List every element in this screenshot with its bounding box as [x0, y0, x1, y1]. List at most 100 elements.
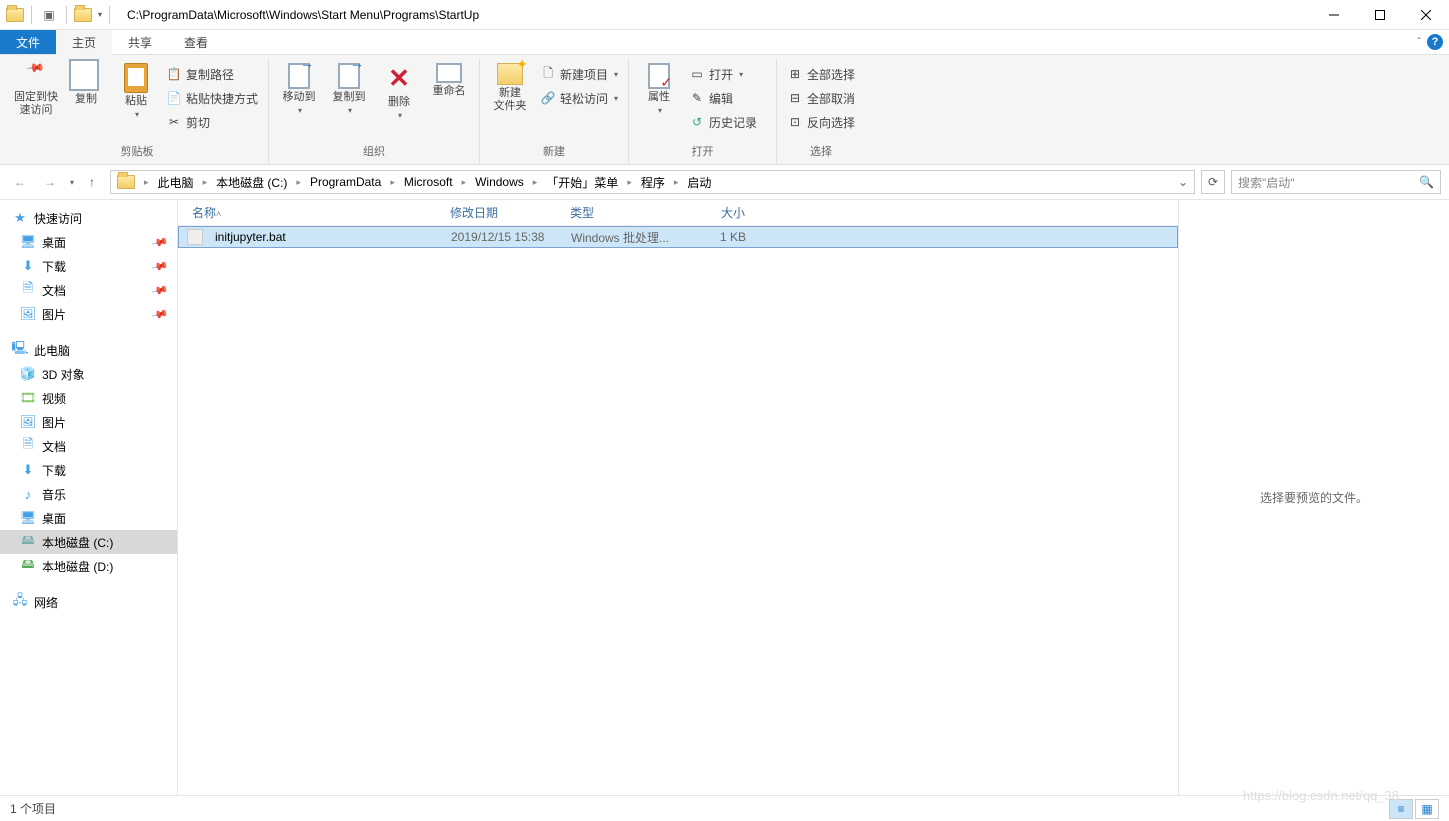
close-button[interactable] — [1403, 0, 1449, 30]
collapse-ribbon-icon[interactable]: ˆ — [1418, 37, 1421, 48]
qat-properties-icon[interactable]: ▣ — [39, 5, 59, 25]
tab-home[interactable]: 主页 — [56, 30, 112, 54]
easy-access-button[interactable]: 🔗轻松访问▾ — [536, 87, 622, 109]
crumb-microsoft[interactable]: Microsoft — [400, 171, 457, 193]
invert-selection-button[interactable]: ⊡反向选择 — [783, 111, 859, 133]
crumb-startup[interactable]: 启动 — [683, 171, 715, 193]
group-label-select: 选择 — [810, 140, 832, 164]
ribbon-group-clipboard: 📌 固定到快 速访问 复制 粘贴 ▾ 📋复制路径 📄粘贴快捷方式 ✂剪切 剪贴板 — [6, 59, 269, 164]
tab-file[interactable]: 文件 — [0, 30, 56, 54]
paste-button[interactable]: 粘贴 ▾ — [112, 59, 160, 119]
paste-shortcut-button[interactable]: 📄粘贴快捷方式 — [162, 87, 262, 109]
rename-icon — [436, 63, 462, 83]
sidebar-music[interactable]: ♪音乐 — [0, 482, 177, 506]
new-item-button[interactable]: 🗋新建项目▾ — [536, 63, 622, 85]
help-icon[interactable]: ? — [1427, 34, 1443, 50]
sidebar-pictures2[interactable]: 🖼图片 — [0, 410, 177, 434]
tab-view[interactable]: 查看 — [168, 30, 224, 54]
address-dropdown-icon[interactable]: ⌄ — [1178, 175, 1188, 189]
nav-up-button[interactable]: ↑ — [80, 170, 104, 194]
bat-file-icon — [187, 229, 203, 245]
col-date[interactable]: 修改日期 — [444, 204, 564, 221]
open-button[interactable]: ▭打开▾ — [685, 63, 770, 85]
address-bar[interactable]: ▸ 此电脑▸ 本地磁盘 (C:)▸ ProgramData▸ Microsoft… — [110, 170, 1195, 194]
maximize-button[interactable] — [1357, 0, 1403, 30]
copy-button[interactable]: 复制 — [62, 59, 110, 106]
pc-icon: 🖳 — [12, 342, 28, 358]
drive-icon: 🖴 — [20, 534, 36, 550]
chevron-right-icon[interactable]: ▸ — [141, 177, 152, 188]
download-icon: ⬇ — [20, 258, 36, 274]
move-to-button[interactable]: 移动到▾ — [275, 59, 323, 115]
nav-forward-button[interactable]: → — [38, 170, 62, 194]
ribbon-group-open: 属性▾ ▭打开▾ ✎编辑 ↺历史记录 打开 — [629, 59, 777, 164]
col-type[interactable]: 类型 — [564, 204, 684, 221]
sidebar-desktop[interactable]: 🖥桌面📌 — [0, 230, 177, 254]
document-icon: 🗎 — [20, 282, 36, 298]
cube-icon: 🧊 — [20, 366, 36, 382]
search-input[interactable]: 搜索"启动" 🔍 — [1231, 170, 1441, 194]
sidebar-videos[interactable]: 🎞视频 — [0, 386, 177, 410]
sidebar-quick-access[interactable]: ★快速访问 — [0, 206, 177, 230]
sidebar-drive-c[interactable]: 🖴本地磁盘 (C:) — [0, 530, 177, 554]
file-name: initjupyter.bat — [209, 230, 445, 244]
delete-button[interactable]: ✕删除▾ — [375, 59, 423, 120]
refresh-button[interactable]: ⟳ — [1201, 170, 1225, 194]
open-icon: ▭ — [689, 66, 705, 82]
sidebar-downloads2[interactable]: ⬇下载 — [0, 458, 177, 482]
qat-dropdown-icon[interactable]: ▾ — [98, 10, 102, 19]
sidebar-drive-d[interactable]: 🖴本地磁盘 (D:) — [0, 554, 177, 578]
sidebar-documents2[interactable]: 🗎文档 — [0, 434, 177, 458]
select-all-button[interactable]: ⊞全部选择 — [783, 63, 859, 85]
sidebar-pictures[interactable]: 🖼图片📌 — [0, 302, 177, 326]
col-name[interactable]: 名称˄ — [186, 204, 444, 221]
ribbon-group-new: 新建 文件夹 🗋新建项目▾ 🔗轻松访问▾ 新建 — [480, 59, 629, 164]
edit-icon: ✎ — [689, 90, 705, 106]
properties-button[interactable]: 属性▾ — [635, 59, 683, 115]
sidebar-network[interactable]: 🖧网络 — [0, 590, 177, 614]
copy-path-button[interactable]: 📋复制路径 — [162, 63, 262, 85]
crumb-programdata[interactable]: ProgramData — [306, 171, 385, 193]
nav-history-dropdown[interactable]: ▾ — [70, 178, 74, 187]
file-type: Windows 批处理... — [565, 229, 685, 246]
tab-share[interactable]: 共享 — [112, 30, 168, 54]
crumb-thispc[interactable]: 此电脑 — [154, 171, 198, 193]
rename-button[interactable]: 重命名 — [425, 59, 473, 98]
sidebar-3d[interactable]: 🧊3D 对象 — [0, 362, 177, 386]
invert-selection-icon: ⊡ — [787, 114, 803, 130]
history-button[interactable]: ↺历史记录 — [685, 111, 770, 133]
minimize-button[interactable] — [1311, 0, 1357, 30]
crumb-startmenu[interactable]: 「开始」菜单 — [542, 171, 622, 193]
nav-back-button[interactable]: ← — [8, 170, 32, 194]
nav-sidebar: ★快速访问 🖥桌面📌 ⬇下载📌 🗎文档📌 🖼图片📌 🖳此电脑 🧊3D 对象 🎞视… — [0, 200, 178, 795]
history-icon: ↺ — [689, 114, 705, 130]
pin-icon: 📌 — [151, 257, 169, 275]
crumb-windows[interactable]: Windows — [471, 171, 528, 193]
crumb-programs[interactable]: 程序 — [637, 171, 669, 193]
col-size[interactable]: 大小 — [684, 204, 751, 221]
ribbon: 📌 固定到快 速访问 复制 粘贴 ▾ 📋复制路径 📄粘贴快捷方式 ✂剪切 剪贴板… — [0, 55, 1449, 165]
status-text: 1 个项目 — [10, 800, 56, 817]
properties-icon — [648, 63, 670, 89]
details-view-button[interactable]: ≡ — [1389, 799, 1413, 819]
preview-text: 选择要预览的文件。 — [1260, 489, 1368, 506]
copy-to-button[interactable]: 复制到▾ — [325, 59, 373, 115]
pin-to-quick-access-button[interactable]: 📌 固定到快 速访问 — [12, 59, 60, 117]
qat-open-folder-icon[interactable] — [74, 8, 92, 22]
select-none-button[interactable]: ⊟全部取消 — [783, 87, 859, 109]
main-area: ★快速访问 🖥桌面📌 ⬇下载📌 🗎文档📌 🖼图片📌 🖳此电脑 🧊3D 对象 🎞视… — [0, 199, 1449, 795]
new-folder-button[interactable]: 新建 文件夹 — [486, 59, 534, 113]
icons-view-button[interactable]: ▦ — [1415, 799, 1439, 819]
select-none-icon: ⊟ — [787, 90, 803, 106]
sidebar-thispc[interactable]: 🖳此电脑 — [0, 338, 177, 362]
crumb-drive-c[interactable]: 本地磁盘 (C:) — [212, 171, 291, 193]
cut-button[interactable]: ✂剪切 — [162, 111, 262, 133]
sidebar-downloads[interactable]: ⬇下载📌 — [0, 254, 177, 278]
sidebar-desktop2[interactable]: 🖥桌面 — [0, 506, 177, 530]
app-folder-icon — [6, 8, 24, 22]
easy-access-icon: 🔗 — [540, 90, 556, 106]
column-headers: 名称˄ 修改日期 类型 大小 — [178, 200, 1178, 226]
sidebar-documents[interactable]: 🗎文档📌 — [0, 278, 177, 302]
edit-button[interactable]: ✎编辑 — [685, 87, 770, 109]
file-row[interactable]: initjupyter.bat 2019/12/15 15:38 Windows… — [178, 226, 1178, 248]
